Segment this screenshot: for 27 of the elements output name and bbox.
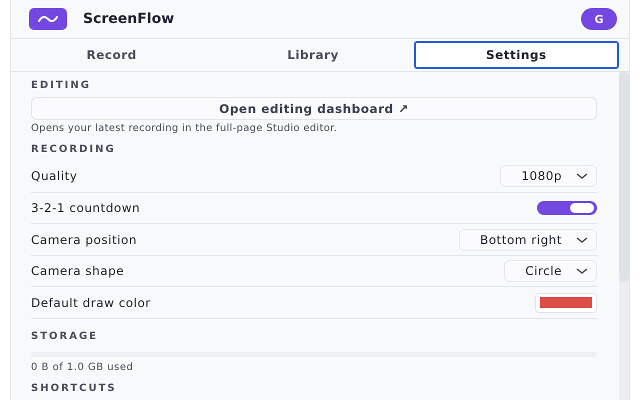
tab[interactable]: Settings (414, 41, 619, 69)
dropdown[interactable]: Circle (504, 260, 597, 282)
scrollbar[interactable] (619, 72, 629, 400)
setting-label: Camera position (31, 232, 137, 247)
hint-text: Opens your latest recording in the full-page Studio editor. (31, 123, 338, 134)
section-heading: RECORDING (31, 144, 117, 156)
app-name: ScreenFlow (83, 11, 176, 27)
tab[interactable]: Library (212, 41, 414, 69)
chevron-down-icon (576, 236, 588, 244)
chevron-down-icon (576, 267, 588, 276)
open-dashboard-button[interactable]: Open editing dashboard ↗ (31, 97, 597, 120)
chevron-down-icon (576, 172, 588, 180)
wave-logo-icon (29, 8, 67, 30)
setting-label: Quality (31, 169, 78, 184)
color-picker[interactable] (535, 292, 597, 313)
setting-label: 3-2-1 countdown (31, 200, 140, 215)
dropdown[interactable]: Bottom right (458, 228, 597, 251)
dropdown[interactable]: 1080p (500, 165, 597, 188)
tab[interactable]: Record (11, 41, 212, 69)
setting-label: Default draw color (31, 296, 151, 310)
toggle-switch[interactable] (537, 200, 597, 215)
setting-label: Camera shape (31, 264, 124, 278)
storage-usage: 0 B of 1.0 GB used (31, 362, 134, 373)
section-heading: STORAGE (31, 331, 100, 342)
user-avatar[interactable]: G (581, 8, 617, 30)
section-heading: EDITING (31, 80, 92, 91)
section-heading: SHORTCUTS (31, 383, 118, 394)
